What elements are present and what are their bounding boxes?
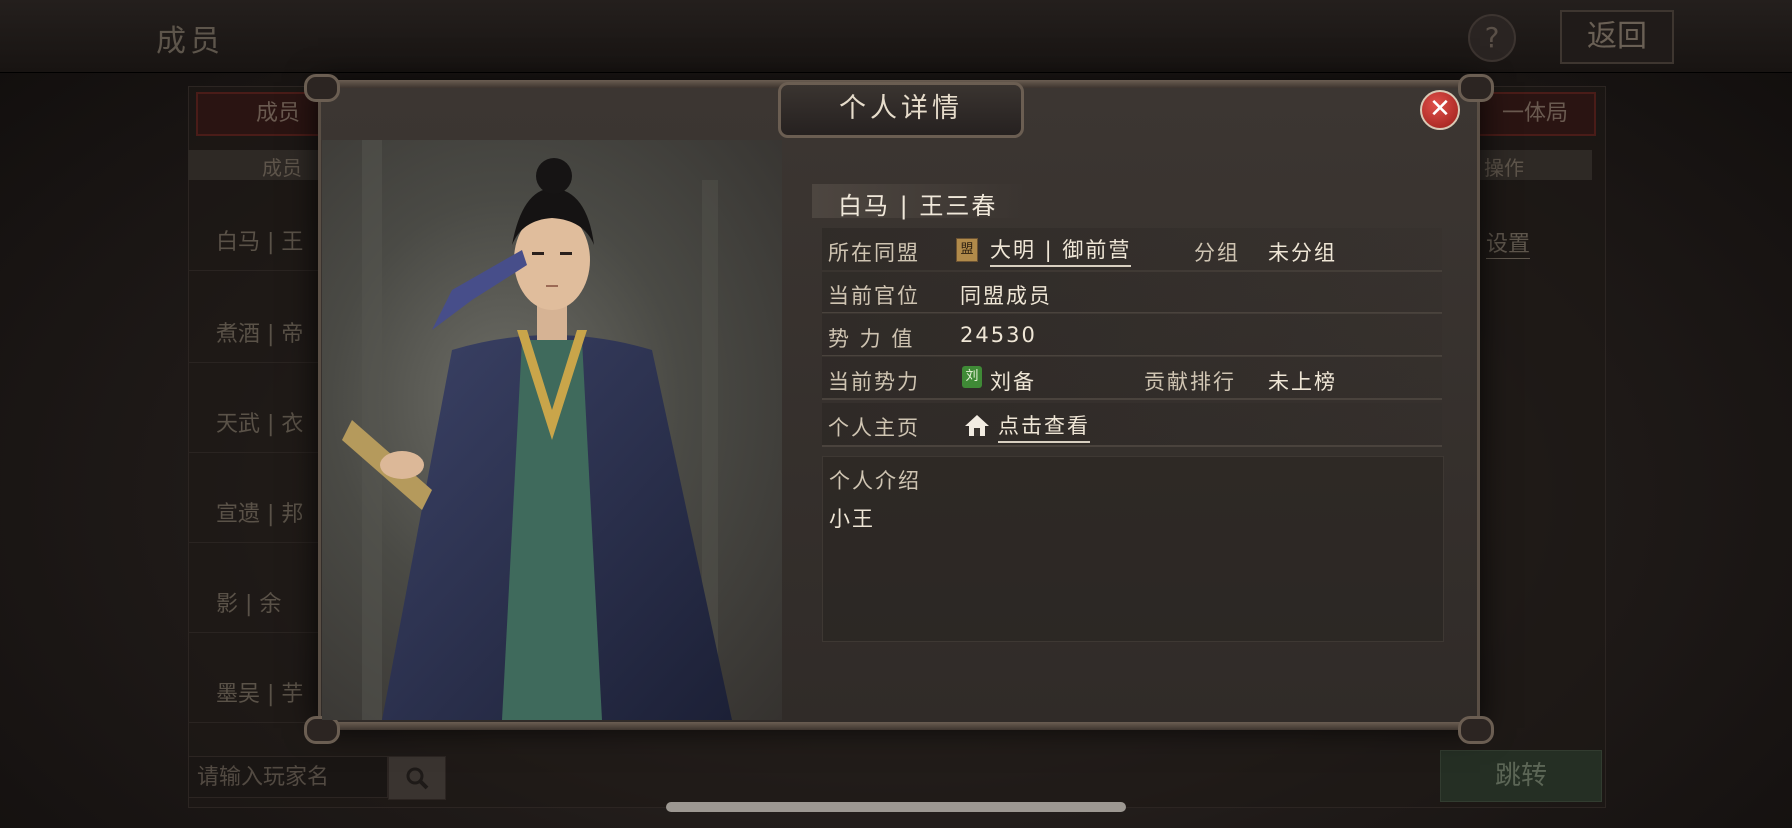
search-icon bbox=[406, 767, 429, 790]
power-value: 24530 bbox=[960, 323, 1037, 347]
jump-button[interactable]: 跳转 bbox=[1440, 750, 1602, 802]
faction-badge-icon: 刘 bbox=[962, 366, 982, 388]
position-row: 当前官位 同盟成员 bbox=[822, 270, 1442, 314]
column-header-member: 成员 bbox=[262, 156, 302, 180]
faction-row: 当前势力 刘 刘备 贡献排行 未上榜 bbox=[822, 356, 1442, 400]
list-item[interactable]: 影 | 余 bbox=[188, 566, 318, 633]
search-input[interactable]: 请输入玩家名 bbox=[188, 756, 388, 798]
list-item[interactable]: 白马 | 王 bbox=[188, 204, 318, 271]
power-row: 势 力 值 24530 bbox=[822, 313, 1442, 357]
intro-label: 个人介绍 bbox=[829, 469, 921, 493]
character-illustration bbox=[342, 140, 732, 720]
group-value: 未分组 bbox=[1268, 241, 1337, 265]
list-item[interactable]: 墨吴 | 芋 bbox=[188, 656, 318, 723]
player-name: 白马 | 王三春 bbox=[838, 192, 998, 220]
column-header-operation: 操作 bbox=[1484, 156, 1524, 180]
homepage-row: 个人主页 点击查看 bbox=[822, 403, 1442, 447]
alliance-row: 所在同盟 盟 大明 | 御前营 分组 未分组 bbox=[822, 228, 1442, 272]
intro-box: 个人介绍 小王 bbox=[822, 456, 1444, 642]
alliance-badge-icon: 盟 bbox=[956, 238, 978, 262]
rank-value: 未上榜 bbox=[1268, 370, 1337, 394]
list-item[interactable]: 宣遗 | 邦 bbox=[188, 476, 318, 543]
alliance-link[interactable]: 大明 | 御前营 bbox=[990, 234, 1132, 267]
list-item[interactable]: 天武 | 衣 bbox=[188, 386, 318, 453]
search-button[interactable] bbox=[388, 756, 446, 800]
list-item[interactable]: 煮酒 | 帝 bbox=[188, 296, 318, 363]
faction-value: 刘备 bbox=[990, 370, 1036, 394]
tab-right[interactable]: 一体局 bbox=[1474, 92, 1596, 136]
page-title: 成员 bbox=[156, 24, 224, 59]
power-label: 势 力 值 bbox=[828, 327, 915, 351]
alliance-label: 所在同盟 bbox=[828, 241, 920, 265]
position-value: 同盟成员 bbox=[960, 284, 1052, 308]
close-button[interactable]: ✕ bbox=[1420, 90, 1460, 130]
dialog-title: 个人详情 bbox=[778, 82, 1024, 138]
home-indicator[interactable] bbox=[666, 802, 1126, 812]
ornament-corner bbox=[304, 74, 340, 102]
position-label: 当前官位 bbox=[828, 284, 920, 308]
back-button[interactable]: 返回 bbox=[1560, 10, 1674, 64]
help-button[interactable]: ? bbox=[1468, 14, 1516, 62]
homepage-link[interactable]: 点击查看 bbox=[998, 410, 1090, 443]
ornament-corner bbox=[1458, 74, 1494, 102]
ornament-corner bbox=[1458, 716, 1494, 744]
rank-label: 贡献排行 bbox=[1144, 370, 1236, 394]
dialog-bottom-rail bbox=[308, 722, 1484, 730]
settings-link[interactable]: 设置 bbox=[1486, 226, 1531, 259]
character-portrait bbox=[322, 140, 782, 720]
ornament-corner bbox=[304, 716, 340, 744]
homepage-label: 个人主页 bbox=[828, 416, 920, 440]
faction-label: 当前势力 bbox=[828, 370, 920, 394]
top-bar bbox=[0, 0, 1792, 73]
intro-text: 小王 bbox=[829, 507, 875, 531]
group-label: 分组 bbox=[1194, 241, 1240, 265]
home-icon bbox=[965, 415, 989, 436]
